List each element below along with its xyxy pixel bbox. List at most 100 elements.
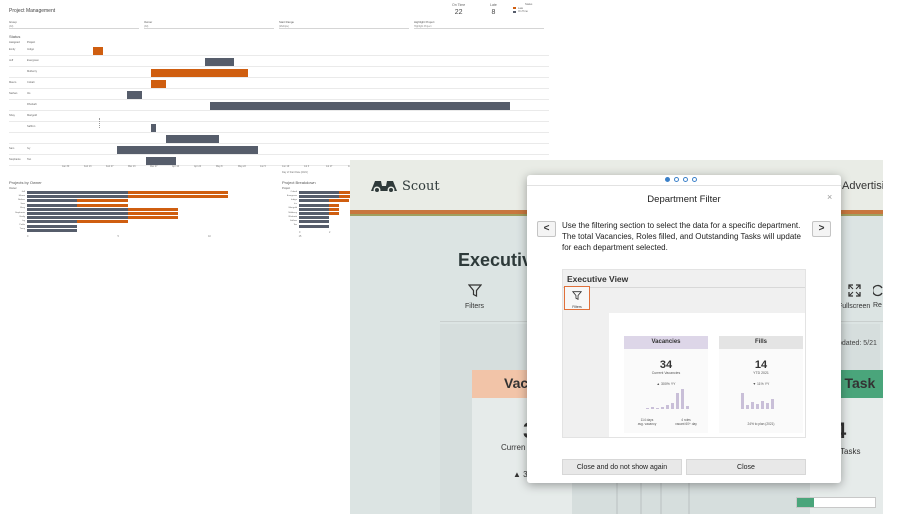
executive-view-preview: Executive View Filters Vacancies 34 Curr… [562, 269, 806, 438]
page-dot[interactable] [674, 177, 679, 182]
scout-logo[interactable]: Scout [369, 177, 440, 195]
hbar-label: Jeff [21, 190, 26, 193]
kpi-on-time: On Time 22 [452, 3, 465, 16]
close-button[interactable]: Close [686, 459, 806, 475]
filter-group[interactable]: Group (All) [9, 20, 139, 29]
hbar-on-time[interactable] [27, 199, 78, 203]
hbar-label: Rhubarb [288, 215, 297, 218]
kpi-value: 22 [454, 9, 463, 16]
hbar-late[interactable] [127, 191, 229, 194]
filters-button-label: Filters [465, 303, 485, 310]
preview-bar [651, 407, 654, 409]
project-breakdown-title: Project Breakdown [282, 180, 316, 185]
gantt-bar[interactable] [93, 47, 103, 55]
hbar-on-time[interactable] [27, 228, 78, 232]
hbar-label: Sam [20, 203, 26, 206]
gantt-bar[interactable] [151, 80, 166, 88]
filter-dropdown[interactable]: (All) [144, 25, 274, 29]
hbar-late[interactable] [77, 220, 128, 224]
hbar-late[interactable] [127, 212, 178, 215]
gantt-axis-tick: Feb 27 [106, 165, 114, 168]
gantt-group-label: Jeff [9, 59, 14, 62]
preview-bar [751, 402, 754, 409]
gantt-axis-tick: Jun 5 [260, 165, 266, 168]
hbar-late[interactable] [329, 207, 339, 211]
hbar-late[interactable] [329, 199, 349, 203]
hbar-late[interactable] [127, 195, 229, 199]
gantt-bar[interactable] [209, 102, 511, 110]
preview-card-foot-right: 4 roles vacant 60+ day [675, 418, 697, 426]
hbar-on-time[interactable] [27, 207, 128, 211]
gantt-bar[interactable] [151, 69, 249, 77]
gantt-group-label: Sam [9, 147, 15, 150]
hbar-on-time[interactable] [299, 191, 339, 194]
filter-dropdown[interactable]: (Multiple) [279, 25, 409, 29]
hbar-on-time[interactable] [299, 195, 339, 199]
progress-fill [797, 498, 815, 507]
hbar-on-time[interactable] [299, 199, 329, 203]
vacancies-sub-label: Curren [501, 443, 526, 452]
gantt-bar[interactable] [151, 124, 157, 132]
hbar-on-time[interactable] [299, 212, 329, 215]
fullscreen-button[interactable]: Fullscreen [838, 284, 870, 310]
filter-dropdown[interactable]: (All) [9, 25, 139, 29]
hbar-on-time[interactable] [27, 216, 128, 220]
scout-logo-text: Scout [402, 178, 440, 194]
gantt-bar[interactable] [165, 135, 220, 143]
next-button[interactable]: > [812, 221, 831, 237]
screen: Project Management On Time 22 Late 8 Sta… [0, 0, 902, 526]
legend-swatch [513, 10, 516, 13]
hbar-late[interactable] [329, 203, 339, 207]
page-dot[interactable] [692, 177, 697, 182]
hbar-on-time[interactable] [27, 224, 78, 228]
refresh-button[interactable]: Re [872, 284, 883, 309]
fullscreen-icon [847, 284, 861, 297]
hbar-late[interactable] [127, 207, 178, 211]
gantt-row [9, 133, 549, 144]
close-do-not-show-button[interactable]: Close and do not show again [562, 459, 682, 475]
hbar-label: Saffron [289, 219, 297, 222]
hbar-on-time[interactable] [27, 212, 128, 215]
hbar-on-time[interactable] [27, 203, 78, 207]
gantt-header-project: Project [27, 41, 36, 44]
filters-button[interactable]: Filters [465, 284, 484, 310]
last-updated: pdated: 5/21 [838, 340, 877, 347]
filter-highlight-project[interactable]: Highlight Project Highlight Project [414, 20, 544, 29]
hbar-on-time[interactable] [299, 220, 329, 224]
hbar-late[interactable] [77, 203, 128, 207]
hbar-late[interactable] [127, 216, 178, 220]
gantt-row: Mulberry [9, 67, 549, 78]
gantt-project-label: Indigo [27, 48, 35, 51]
gantt-axis-tick: Apr 10 [172, 165, 180, 168]
legend-label: On Time [518, 10, 528, 14]
hbar-on-time[interactable] [299, 203, 329, 207]
gantt-project-label: Saffron [27, 125, 36, 128]
gantt-bar[interactable] [204, 58, 234, 66]
projects-by-owner-title: Projects by Owner [9, 180, 42, 185]
hbar-late[interactable] [329, 212, 339, 215]
hbar-label: Evergreen [286, 194, 297, 197]
gantt-bar[interactable] [146, 157, 176, 165]
gantt-bar[interactable] [127, 91, 142, 99]
hbar-on-time[interactable] [27, 220, 78, 224]
progress-bar [796, 497, 876, 508]
gantt-project-label: Rhubarb [27, 103, 37, 106]
hbar-on-time[interactable] [299, 224, 329, 228]
page-dot[interactable] [683, 177, 688, 182]
preview-bar [746, 405, 749, 409]
hbar-on-time[interactable] [299, 216, 329, 220]
hbar-axis-tick: 0 [299, 230, 301, 234]
hbar-late[interactable] [77, 199, 128, 203]
hbar-on-time[interactable] [27, 195, 128, 199]
gantt-axis-tick: May 8 [216, 165, 223, 168]
gantt-bar[interactable] [117, 146, 258, 154]
preview-card-value: 14 [754, 359, 768, 371]
filter-owner[interactable]: Owner (All) [144, 20, 274, 29]
previous-button[interactable]: < [537, 221, 556, 237]
filter-icon [467, 284, 482, 297]
page-dot[interactable] [665, 177, 670, 182]
filter-dropdown[interactable]: Highlight Project [414, 25, 544, 29]
hbar-on-time[interactable] [27, 191, 128, 194]
filter-start-range[interactable]: Start Range (Multiple) [279, 20, 409, 29]
hbar-on-time[interactable] [299, 207, 329, 211]
